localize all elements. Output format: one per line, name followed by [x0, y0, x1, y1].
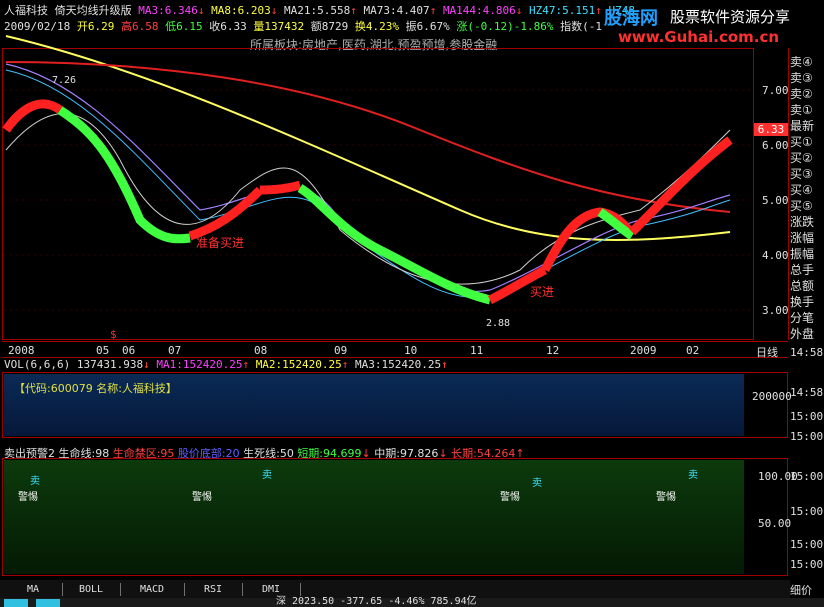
time-stamp: 15:00	[790, 410, 824, 423]
x-tick: 10	[404, 344, 418, 357]
sell-marker: 卖	[688, 470, 698, 481]
tab-ma[interactable]: MA	[4, 583, 63, 596]
x-tick: 11	[470, 344, 484, 357]
vol-label: VOL(6,6,6)	[4, 358, 71, 371]
indicator-background	[4, 460, 744, 574]
ma-blue-line	[5, 69, 731, 298]
x-axis	[2, 341, 788, 358]
sidebar-item-amplitude[interactable]: 振幅	[790, 246, 824, 263]
annotation-buy: 买进	[530, 285, 555, 299]
sidebar-item-sell3[interactable]: 卖③	[790, 70, 824, 87]
bollinger-mid	[5, 113, 731, 285]
period-label[interactable]: 日线	[756, 344, 778, 360]
sidebar-item-sell2[interactable]: 卖②	[790, 86, 824, 103]
x-tick: 05	[96, 344, 110, 357]
x-tick: 12	[546, 344, 560, 357]
stock-code-info: 【代码:600079 名称:人福科技】	[14, 382, 177, 395]
sidebar-item-buy5[interactable]: 买⑤	[790, 198, 824, 215]
time-stamp: 15:00	[790, 505, 824, 518]
status-indicator	[4, 599, 28, 607]
volume-axis-label: 200000	[752, 390, 792, 403]
price-tick: 5.00	[762, 194, 789, 207]
time-stamp: 15:00	[790, 430, 824, 443]
warn-marker: 警惕	[500, 492, 520, 503]
ma-yellow-line	[5, 35, 731, 241]
x-tick: 09	[334, 344, 348, 357]
x-tick: 2008	[8, 344, 35, 357]
sidebar-item-total-amount[interactable]: 总额	[790, 278, 824, 295]
sidebar-item-buy3[interactable]: 买③	[790, 166, 824, 183]
sidebar-item-total-vol[interactable]: 总手	[790, 262, 824, 279]
vol-ma3: MA3:152420.25	[355, 358, 442, 371]
ribbon-up-5	[628, 136, 733, 236]
sidebar-item-ticks[interactable]: 分笔	[790, 310, 824, 327]
sidebar-item-turnover[interactable]: 换手	[790, 294, 824, 311]
sidebar-item-buy1[interactable]: 买①	[790, 134, 824, 151]
x-tick: 08	[254, 344, 268, 357]
tab-dmi[interactable]: DMI	[242, 583, 301, 596]
price-tick: 3.00	[762, 304, 789, 317]
market-index-status: 深 2023.50 -377.65 -4.46% 785.94亿	[276, 596, 477, 607]
vol-value: 137431.938	[76, 358, 144, 371]
warn-marker: 警惕	[192, 492, 212, 503]
sidebar-item-outer[interactable]: 外盘	[790, 326, 824, 343]
indicator-axis-50: 50.00	[758, 517, 792, 530]
ribbon-up-1	[188, 186, 264, 241]
x-tick: 07	[168, 344, 182, 357]
current-price-tag: 6.33	[754, 123, 788, 136]
sidebar-item-sell4[interactable]: 卖④	[790, 54, 824, 71]
sidebar-item-buy2[interactable]: 买②	[790, 150, 824, 167]
tab-boll[interactable]: BOLL	[62, 583, 121, 596]
time-stamp: 15:00	[790, 470, 824, 483]
sidebar-item-latest[interactable]: 最新	[790, 118, 824, 135]
price-tick: 6.00	[762, 139, 789, 152]
price-tick: 4.00	[762, 249, 789, 262]
volume-header: VOL(6,6,6) 137431.938↓ MA1:152420.25↑ MA…	[4, 358, 448, 371]
detail-price-link[interactable]: 细价	[790, 582, 812, 598]
time-stamp: 15:00	[790, 538, 824, 551]
time-stamp: 15:00	[790, 558, 824, 571]
tab-rsi[interactable]: RSI	[184, 583, 243, 596]
sidebar-item-change-pct[interactable]: 涨幅	[790, 230, 824, 247]
ribbon-up-2	[259, 180, 302, 195]
sell-marker: 卖	[30, 476, 40, 487]
time-stamp: 14:58	[790, 346, 824, 359]
x-tick: 06	[122, 344, 136, 357]
warn-marker: 警惕	[656, 492, 676, 503]
ma-purple-line	[5, 63, 731, 292]
tab-macd[interactable]: MACD	[120, 583, 185, 596]
low-label: 2.88	[486, 318, 511, 329]
sidebar-item-sell1[interactable]: 卖①	[790, 102, 824, 119]
annotation-buy-prepare: 准备买进	[196, 236, 245, 250]
time-stamp: 14:58	[790, 386, 824, 399]
ribbon-up-0	[2, 99, 63, 133]
ma-red-line	[5, 61, 731, 213]
vol-ma1: MA1:152420.25	[156, 358, 243, 371]
x-tick: 2009	[630, 344, 657, 357]
sell-marker: 卖	[262, 470, 272, 481]
ribbon-down-1	[57, 106, 191, 244]
sidebar-item-change[interactable]: 涨跌	[790, 214, 824, 231]
price-tick: 7.00	[762, 84, 789, 97]
vol-ma2: MA2:152420.25	[255, 358, 342, 371]
status-indicator	[36, 599, 60, 607]
sell-marker: 卖	[532, 478, 542, 489]
warn-marker: 警惕	[18, 492, 38, 503]
sidebar-item-buy4[interactable]: 买④	[790, 182, 824, 199]
x-tick: 02	[686, 344, 700, 357]
dollar-mark: $	[110, 328, 117, 341]
high-label: 7.26	[52, 75, 77, 86]
